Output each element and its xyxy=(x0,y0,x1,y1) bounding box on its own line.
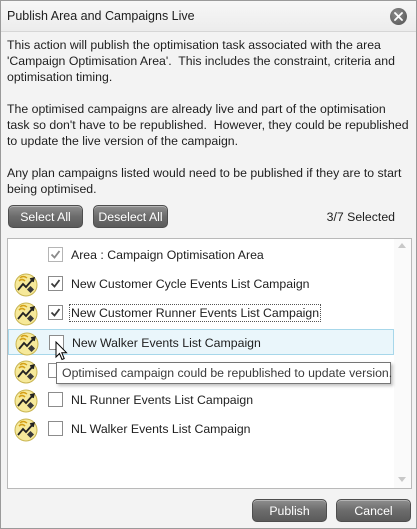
list-item[interactable]: NL Walker Events List Campaign xyxy=(8,416,394,442)
list-item[interactable]: New Customer Cycle Events List Campaign xyxy=(8,271,394,297)
publish-dialog: Publish Area and Campaigns Live This act… xyxy=(0,0,417,529)
campaign-checkbox[interactable] xyxy=(48,421,63,436)
publish-button[interactable]: Publish xyxy=(252,499,327,522)
close-button[interactable] xyxy=(390,8,407,25)
campaign-checkbox[interactable] xyxy=(48,276,63,291)
dialog-titlebar: Publish Area and Campaigns Live xyxy=(1,1,416,32)
scroll-down-arrow-icon[interactable] xyxy=(398,477,406,482)
deselect-all-button[interactable]: Deselect All xyxy=(93,205,168,228)
message-paragraph-1: This action will publish the optimisatio… xyxy=(7,38,399,84)
list-item[interactable]: New Customer Runner Events List Campaign xyxy=(8,300,394,326)
close-icon xyxy=(394,12,403,21)
optimised-campaign-icon xyxy=(14,302,38,326)
campaign-checkbox xyxy=(48,247,63,262)
message-paragraph-3: Any plan campaigns listed would need to … xyxy=(7,166,405,196)
list-item-label: NL Walker Events List Campaign xyxy=(71,422,251,436)
message-paragraph-2: The optimised campaigns are already live… xyxy=(7,102,412,148)
selected-count: 3/7 Selected xyxy=(326,210,395,224)
campaign-tooltip: Optimised campaign could be republished … xyxy=(56,362,392,384)
list-item-label: Area : Campaign Optimisation Area xyxy=(71,248,264,262)
select-all-button[interactable]: Select All xyxy=(8,205,83,228)
dialog-title: Publish Area and Campaigns Live xyxy=(7,9,195,23)
list-item-label: New Customer Runner Events List Campaign xyxy=(68,304,322,322)
list-scrollbar[interactable] xyxy=(394,239,411,488)
optimised-campaign-icon xyxy=(14,418,38,442)
list-item-label: NL Runner Events List Campaign xyxy=(71,393,254,407)
list-item-label: New Walker Events List Campaign xyxy=(72,336,261,350)
campaign-checkbox[interactable] xyxy=(48,305,63,320)
list-item[interactable]: NL Runner Events List Campaign xyxy=(8,387,394,413)
optimised-campaign-icon xyxy=(14,360,38,384)
mouse-cursor-icon xyxy=(55,341,68,361)
checkmark-icon xyxy=(50,279,61,288)
list-item[interactable]: Area : Campaign Optimisation Area xyxy=(8,242,394,268)
optimised-campaign-icon xyxy=(14,273,38,297)
checkmark-icon xyxy=(50,250,61,259)
scroll-up-arrow-icon[interactable] xyxy=(398,243,406,248)
optimised-campaign-icon xyxy=(14,389,38,413)
checkmark-icon xyxy=(50,308,61,317)
list-item-label: New Customer Cycle Events List Campaign xyxy=(71,277,310,291)
dialog-message: This action will publish the optimisatio… xyxy=(7,37,411,213)
cancel-button[interactable]: Cancel xyxy=(336,499,411,522)
optimised-campaign-icon xyxy=(15,332,39,356)
campaign-checkbox[interactable] xyxy=(48,392,63,407)
